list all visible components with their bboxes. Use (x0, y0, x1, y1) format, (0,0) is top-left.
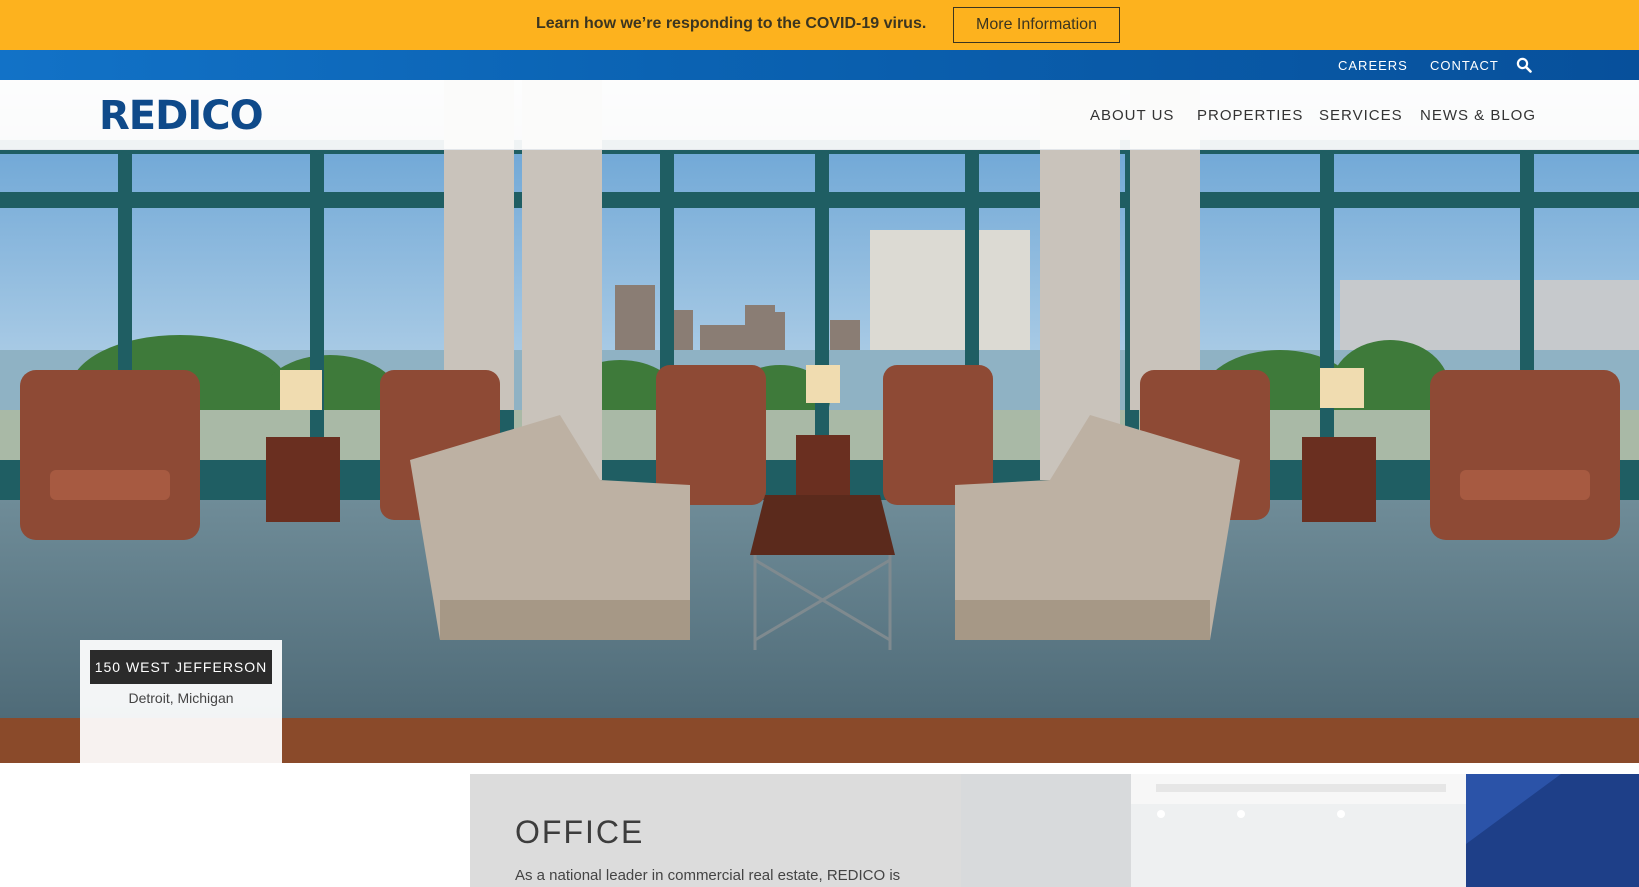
nav-services[interactable]: SERVICES (1319, 107, 1403, 124)
property-caption-card: 150 WEST JEFFERSON Detroit, Michigan (80, 640, 282, 765)
careers-link[interactable]: CAREERS (1338, 58, 1408, 73)
nav-about-us[interactable]: ABOUT US (1090, 107, 1174, 124)
redico-logo[interactable]: REDICO (99, 96, 264, 136)
covid-banner-text: Learn how we’re responding to the COVID-… (536, 15, 927, 32)
office-panel: OFFICE As a national leader in commercia… (470, 774, 961, 887)
nav-properties[interactable]: PROPERTIES (1197, 107, 1303, 124)
more-information-button[interactable]: More Information (953, 7, 1120, 43)
site-header: REDICO ABOUT US PROPERTIES SERVICES NEWS… (0, 80, 1639, 150)
office-title: OFFICE (515, 814, 645, 850)
covid-banner: Learn how we’re responding to the COVID-… (0, 0, 1639, 50)
nav-news-blog[interactable]: NEWS & BLOG (1420, 107, 1536, 124)
office-photo (961, 774, 1639, 887)
search-icon[interactable] (1516, 57, 1532, 73)
contact-link[interactable]: CONTACT (1430, 58, 1499, 73)
property-name-tag[interactable]: 150 WEST JEFFERSON (90, 650, 272, 684)
office-description: As a national leader in commercial real … (515, 867, 901, 884)
property-location: Detroit, Michigan (128, 690, 234, 706)
utility-bar: CAREERS CONTACT (0, 50, 1639, 80)
